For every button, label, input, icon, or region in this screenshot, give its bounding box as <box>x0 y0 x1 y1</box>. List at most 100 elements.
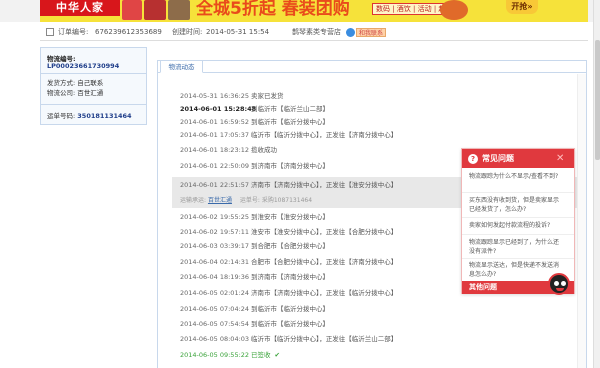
brand-logo[interactable]: 中华人家 <box>40 0 120 16</box>
timeline-row: 2014-06-04 18:19:36 到济南市【济南分拨中心】 <box>180 271 329 281</box>
timeline-desc: 卖家已发货 <box>251 92 284 100</box>
product-image <box>144 0 166 20</box>
faq-item[interactable]: 物流跟踪为什么不显示/查看不到? <box>469 172 559 181</box>
created-label: 创建时间: <box>172 28 203 36</box>
window-scrollbar[interactable] <box>593 0 600 368</box>
timeline-time: 2014-06-01 18:23:12 <box>180 146 250 154</box>
promo-banner[interactable]: 中华人家 全城5折起 春装团购 数码 | 酒饮 | 活动 | 超市 开抢» <box>0 0 600 22</box>
close-icon[interactable]: ✕ <box>556 149 564 168</box>
timeline-row: 2014-06-04 02:14:31 合肥市【合肥分拨中心】，正发往【济南分拨中… <box>180 256 397 266</box>
banner-slogan: 全城5折起 春装团购 <box>196 0 350 19</box>
timeline-row: 2014-06-05 08:04:03 临沂市【临沂分拨中心】，正发往【临沂兰山二… <box>180 333 397 343</box>
timeline-time: 2014-06-01 22:51:57 <box>180 181 250 189</box>
timeline-desc: 到淮安市【淮安分拨中心】 <box>251 213 329 221</box>
timeline-desc: 揽收成功 <box>251 146 277 154</box>
timeline-time: 2014-06-03 03:39:17 <box>180 242 250 250</box>
faq-title: 常见问题 <box>482 154 514 163</box>
timeline-time: 2014-06-05 02:01:24 <box>180 289 250 297</box>
timeline-desc: 到临沂市【临沂兰山二部】 <box>251 105 329 113</box>
tab-line <box>157 72 587 73</box>
faq-header: ? 常见问题 ✕ <box>462 149 574 168</box>
timeline-row: 2014-06-03 03:39:17 到合肥市【合肥分拨中心】 <box>180 240 329 250</box>
timeline-row: 2014-06-05 09:55:22 已签收 ✔ <box>180 349 280 359</box>
timeline-desc: 到合肥市【合肥分拨中心】 <box>251 242 329 250</box>
waybill: 运单号码: 350181131464 <box>47 112 132 120</box>
timeline-time: 2014-06-01 22:50:09 <box>180 162 250 170</box>
grab-button[interactable]: 开抢» <box>506 0 538 14</box>
divider <box>462 192 574 193</box>
timeline-desc: 到济南市【济南分拨中心】 <box>251 273 329 281</box>
timeline-desc: 到临沂市【临沂分拨中心】 <box>251 305 329 313</box>
check-icon: ✔ <box>274 351 280 359</box>
carrier-detail: 运输承运: 百世汇通 运单号: 采购1087131464 <box>180 197 313 204</box>
timeline-time: 2014-06-01 16:59:52 <box>180 118 250 126</box>
timeline-time: 2014-06-01 17:05:37 <box>180 131 250 139</box>
order-number-label: 订单编号: <box>58 28 89 36</box>
divider <box>462 234 574 235</box>
mascot-eye <box>554 281 559 286</box>
timeline-row: 2014-06-01 22:50:09 到济南市【济南分拨中心】 <box>180 160 329 170</box>
order-number: 676239612353689 <box>95 28 162 36</box>
timeline-desc: 到临沂市【临沂分拨中心】 <box>251 320 329 328</box>
timeline-row: 2014-05-31 16:36:25 卖家已发货 <box>180 90 284 100</box>
timeline-time: 2014-06-05 07:04:24 <box>180 305 250 313</box>
timeline-desc: 临沂市【临沂分拨中心】，正发往【临沂兰山二部】 <box>251 335 398 343</box>
timeline-desc: 济南市【济南分拨中心】，正发往【临沂分拨中心】 <box>251 289 398 297</box>
timeline-row: 2014-06-01 18:23:12 揽收成功 <box>180 144 277 154</box>
timeline-time: 2014-06-05 07:54:54 <box>180 320 250 328</box>
timeline-row: 2014-06-02 19:57:11 淮安市【淮安分拨中心】，正发往【合肥分拨中… <box>180 226 397 236</box>
timeline-time: 2014-06-02 19:57:11 <box>180 228 250 236</box>
timeline-row: 2014-06-05 02:01:24 济南市【济南分拨中心】，正发往【临沂分拨中… <box>180 287 397 297</box>
faq-item[interactable]: 物流显示送达，但是快递不发送消息怎么办? <box>469 261 559 279</box>
timeline-desc: 淮安市【淮安分拨中心】，正发往【合肥分拨中心】 <box>251 228 398 236</box>
timeline-row: 2014-06-05 07:04:24 到临沂市【临沂分拨中心】 <box>180 303 329 313</box>
chat-icon[interactable] <box>346 28 355 37</box>
divider <box>41 73 146 74</box>
product-image <box>122 0 142 20</box>
carrier-link[interactable]: 百世汇通 <box>208 197 232 204</box>
faq-item[interactable]: 卖家如何发起付款流程的投诉? <box>469 221 559 230</box>
tab-logistics[interactable]: 物流动态 <box>160 60 203 73</box>
timeline-desc: 临沂市【临沂分拨中心】，正发往【济南分拨中心】 <box>251 131 398 139</box>
timeline-row: 2014-06-01 22:51:57 济南市【济南分拨中心】，正发往【淮安分拨中… <box>180 179 397 189</box>
timeline-time: 2014-06-05 08:04:03 <box>180 335 250 343</box>
logistics-summary: 物流编号: LP00023661730994 发货方式: 自己联系 物流公司: … <box>40 47 147 125</box>
timeline-row: 2014-06-05 07:54:54 到临沂市【临沂分拨中心】 <box>180 318 329 328</box>
timeline-time: 2014-06-04 18:19:36 <box>180 273 250 281</box>
timeline-desc: 合肥市【合肥分拨中心】，正发往【济南分拨中心】 <box>251 258 398 266</box>
divider <box>462 258 574 259</box>
faq-item[interactable]: 买东西没有收到货，但是卖家显示已经发货了，怎么办? <box>469 196 559 214</box>
divider <box>462 217 574 218</box>
order-icon <box>46 28 54 36</box>
ship-method: 发货方式: 自己联系 <box>47 79 104 87</box>
timeline-desc: 济南市【济南分拨中心】，正发往【淮安分拨中心】 <box>251 181 398 189</box>
shop-name[interactable]: 鹊琴素类专营店 <box>292 24 341 41</box>
mascot-eye <box>561 281 566 286</box>
created-time: 2014-05-31 15:54 <box>206 28 270 36</box>
timeline-time: 2014-06-04 02:14:31 <box>180 258 250 266</box>
product-image <box>440 0 468 20</box>
contact-button[interactable]: 和我联系 <box>356 28 387 37</box>
timeline-row: 2014-06-01 17:05:37 临沂市【临沂分拨中心】，正发往【济南分拨中… <box>180 129 397 139</box>
ship-company: 物流公司: 百世汇通 <box>47 89 104 97</box>
logistics-no: LP00023661730994 <box>47 62 120 70</box>
timeline-time: 2014-06-02 19:55:25 <box>180 213 250 221</box>
timeline-desc: 已签收 <box>251 351 271 359</box>
product-image <box>168 0 190 20</box>
timeline-desc: 到临沂市【临沂分拨中心】 <box>251 118 329 126</box>
timeline-row: 2014-06-01 16:59:52 到临沂市【临沂分拨中心】 <box>180 116 329 126</box>
question-icon: ? <box>468 154 478 164</box>
timeline-row: 2014-06-01 15:28:48到临沂市【临沂兰山二部】 <box>180 103 329 113</box>
mascot-mouth <box>556 288 564 291</box>
timeline-desc: 到济南市【济南分拨中心】 <box>251 162 329 170</box>
faq-item[interactable]: 物流跟踪显示已经到了，为什么还没有派件? <box>469 238 559 256</box>
order-info-bar: 订单编号: 676239612353689 创建时间: 2014-05-31 1… <box>40 24 588 41</box>
scrollbar-thumb[interactable] <box>595 40 600 160</box>
mascot-icon[interactable] <box>548 273 570 295</box>
panel-scrollbar[interactable] <box>577 74 586 368</box>
timeline-time: 2014-06-01 15:28:48 <box>180 105 257 113</box>
divider <box>41 104 146 105</box>
timeline-time: 2014-05-31 16:36:25 <box>180 92 250 100</box>
timeline-row: 2014-06-02 19:55:25 到淮安市【淮安分拨中心】 <box>180 211 329 221</box>
timeline-time: 2014-06-05 09:55:22 <box>180 351 250 359</box>
